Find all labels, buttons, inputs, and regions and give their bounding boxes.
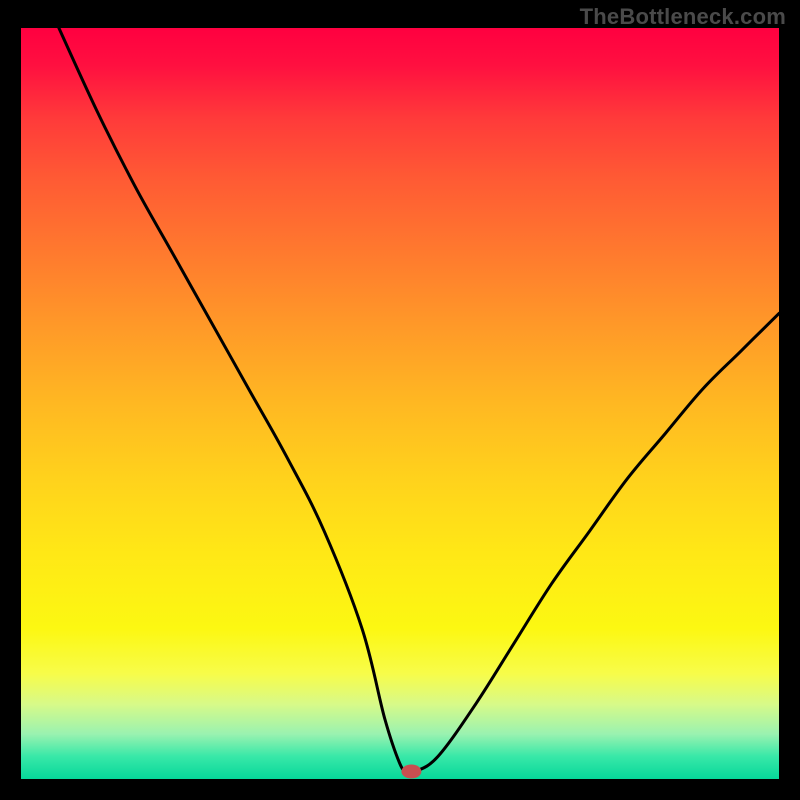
chart-svg bbox=[21, 28, 779, 779]
watermark-text: TheBottleneck.com bbox=[580, 4, 786, 30]
minimum-marker bbox=[401, 765, 421, 779]
bottleneck-curve bbox=[59, 28, 779, 773]
chart-frame: TheBottleneck.com bbox=[0, 0, 800, 800]
plot-area bbox=[21, 28, 779, 779]
